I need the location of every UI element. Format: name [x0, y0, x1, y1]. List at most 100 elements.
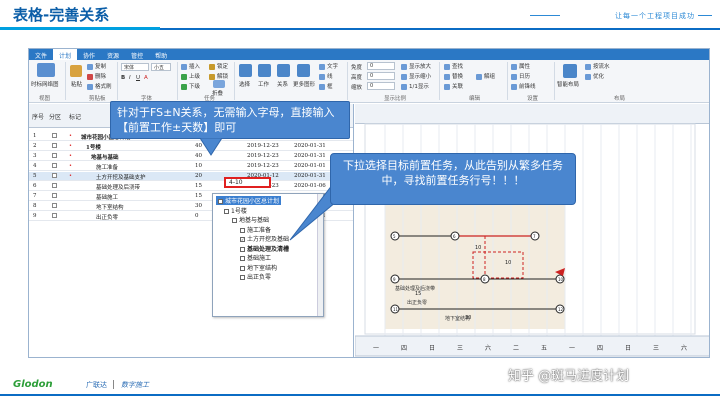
col-header-mark[interactable]: 标记	[69, 112, 81, 121]
zoom-in-button[interactable]: 显示放大	[401, 62, 431, 70]
line-button[interactable]: 线	[319, 72, 333, 80]
checked-checkbox-icon[interactable]: ✓	[240, 237, 245, 242]
row-checkbox[interactable]	[52, 203, 57, 208]
task-duration[interactable]: 10	[195, 163, 202, 169]
font-size-select[interactable]: 小五	[151, 63, 171, 71]
more-tools-icon[interactable]	[297, 64, 310, 77]
work-icon[interactable]	[258, 64, 271, 77]
spacing-input[interactable]: 0	[367, 62, 395, 70]
scale-input[interactable]: 0	[367, 82, 395, 90]
find-button[interactable]: 查找	[444, 62, 463, 70]
insert-button[interactable]: 插入	[181, 62, 200, 70]
italic-button[interactable]: I	[129, 75, 131, 81]
row-checkbox[interactable]	[52, 213, 57, 218]
row-checkbox[interactable]	[52, 183, 57, 188]
predecessor-edit-field[interactable]: 4-10	[224, 177, 271, 188]
task-name[interactable]: 基础施工	[96, 193, 189, 201]
dropdown-item[interactable]: 地下室结构	[240, 263, 277, 272]
attribute-button[interactable]: 属性	[511, 62, 530, 70]
downgrade-button[interactable]: 下级	[181, 82, 200, 90]
text-button[interactable]: 文字	[319, 62, 338, 70]
task-name[interactable]: 地基与基础	[91, 153, 189, 161]
dropdown-item[interactable]: 地基与基础	[232, 215, 269, 224]
checkbox-icon[interactable]	[232, 218, 237, 223]
one-to-one-button[interactable]: 1/1显示	[401, 82, 429, 90]
col-header-zone[interactable]: 分区	[49, 112, 61, 121]
row-checkbox[interactable]	[52, 133, 57, 138]
smart-layout-icon[interactable]	[563, 64, 577, 78]
task-start[interactable]: 2019-12-23	[247, 163, 279, 169]
checkbox-icon[interactable]	[224, 208, 229, 214]
link-button[interactable]: 关联	[444, 82, 463, 90]
row-checkbox[interactable]	[52, 163, 57, 168]
leveling-button[interactable]: 优化	[585, 72, 604, 80]
row-checkbox[interactable]	[52, 153, 57, 158]
row-checkbox[interactable]	[52, 173, 57, 178]
box-button[interactable]: 框	[319, 82, 333, 90]
menu-collab[interactable]: 协作	[77, 49, 101, 60]
dropdown-item[interactable]: 城市花园小区总计划	[216, 196, 282, 205]
forward-line-button[interactable]: 前锋线	[511, 82, 536, 90]
select-button[interactable]: 选择	[239, 80, 250, 88]
task-name[interactable]: 土方开挖及基础支护	[96, 173, 189, 181]
unlock-button[interactable]: 解锁	[209, 72, 228, 80]
task-duration[interactable]: 20	[195, 173, 202, 179]
more-tools-button[interactable]: 更多图形	[293, 80, 315, 88]
fold-icon[interactable]	[213, 80, 225, 88]
lock-button[interactable]: 锁定	[209, 62, 228, 70]
upgrade-button[interactable]: 上级	[181, 72, 200, 80]
network-diagram-canvas[interactable]: 城市花园小区总计划1号楼4010101530出正负零地下室结构基础处理及后浇带1…	[355, 104, 710, 358]
paste-button[interactable]: 粘贴	[71, 80, 82, 88]
copy-button[interactable]: 复制	[87, 62, 106, 70]
dropdown-item[interactable]: 基础处理及清槽	[240, 244, 289, 253]
table-row[interactable]: 4 • 施工准备 10 2019-12-23 2020-01-01	[29, 162, 353, 171]
relation-icon[interactable]	[277, 64, 290, 77]
bold-button[interactable]: B	[121, 75, 125, 81]
menu-help[interactable]: 帮助	[149, 49, 173, 60]
smart-layout-button[interactable]: 智能布局	[557, 80, 579, 88]
zoom-out-button[interactable]: 显示缩小	[401, 72, 431, 80]
dropdown-item[interactable]: 基础施工	[240, 253, 271, 262]
menu-control[interactable]: 管控	[125, 49, 149, 60]
calendar-button[interactable]: 日历	[511, 72, 530, 80]
font-name-select[interactable]: 宋体	[121, 63, 149, 71]
by-process-button[interactable]: 按流水	[585, 62, 610, 70]
task-name[interactable]: 基础处理及后浇带	[96, 183, 189, 191]
unlink-button[interactable]: 解组	[476, 72, 495, 80]
checkbox-icon[interactable]	[240, 275, 245, 280]
replace-button[interactable]: 替换	[444, 72, 463, 80]
relation-button[interactable]: 关系	[277, 80, 288, 88]
dropdown-item[interactable]: 1号楼	[224, 206, 247, 215]
checkbox-icon[interactable]	[240, 256, 245, 261]
paste-icon[interactable]	[70, 65, 82, 77]
task-start[interactable]: 2019-12-23	[247, 153, 279, 159]
format-brush-button[interactable]: 格式刷	[87, 82, 112, 90]
task-end[interactable]: 2020-01-31	[294, 153, 326, 159]
checkbox-icon[interactable]	[240, 246, 245, 252]
task-start[interactable]: 2019-12-23	[247, 143, 279, 149]
menu-file[interactable]: 文件	[29, 49, 53, 60]
col-header-no[interactable]: 序号	[32, 112, 44, 121]
checkbox-icon[interactable]	[218, 199, 223, 204]
task-end[interactable]: 2020-01-01	[294, 163, 326, 169]
timescale-button[interactable]: 时标网络图	[31, 80, 59, 88]
select-icon[interactable]	[239, 64, 252, 77]
row-checkbox[interactable]	[52, 143, 57, 148]
task-duration[interactable]: 15	[195, 193, 202, 199]
checkbox-icon[interactable]	[240, 265, 245, 271]
underline-button[interactable]: U	[136, 75, 140, 81]
dropdown-item[interactable]: 施工准备	[240, 225, 271, 234]
task-name[interactable]: 地下室结构	[96, 203, 189, 211]
row-checkbox[interactable]	[52, 193, 57, 198]
work-button[interactable]: 工作	[258, 80, 269, 88]
task-duration[interactable]: 15	[195, 183, 202, 189]
task-duration[interactable]: 30	[195, 203, 202, 209]
menu-plan[interactable]: 计划	[53, 49, 78, 60]
task-duration[interactable]: 0	[195, 213, 199, 219]
task-name[interactable]: 1号楼	[86, 143, 189, 151]
dropdown-item[interactable]: ✓ 土方开挖及基础	[240, 234, 289, 243]
timescale-icon[interactable]	[37, 63, 55, 77]
delete-button[interactable]: 删除	[87, 72, 106, 80]
task-name[interactable]: 施工准备	[96, 163, 189, 171]
task-end[interactable]: 2020-01-31	[294, 173, 326, 179]
